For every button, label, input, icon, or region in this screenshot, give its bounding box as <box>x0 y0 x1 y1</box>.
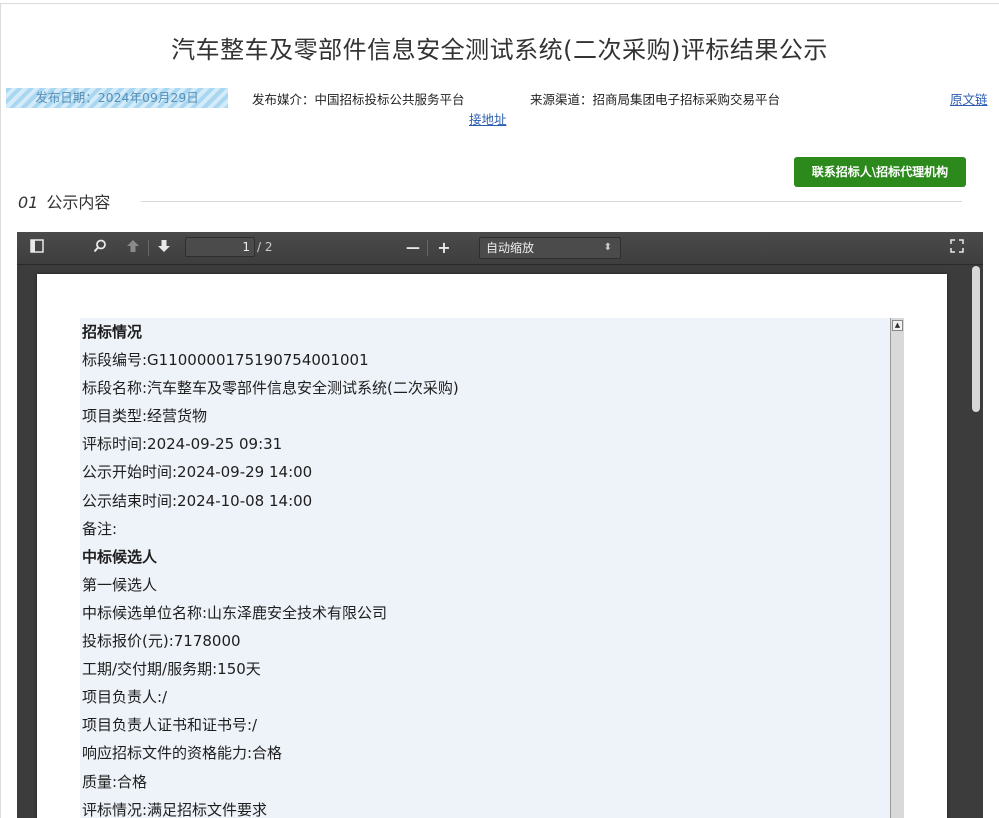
arrow-down-icon[interactable] <box>155 239 173 257</box>
original-link[interactable]: 原文链 <box>950 89 988 108</box>
publish-media: 发布媒介：中国招标投标公共服务平台 <box>252 92 465 107</box>
inner-scrollbar[interactable]: ▲ <box>890 318 904 818</box>
zoom-in-button[interactable]: + <box>435 239 453 257</box>
section-label: 公示内容 <box>46 193 111 212</box>
zoom-out-button[interactable]: — <box>404 239 422 257</box>
arrow-up-icon[interactable] <box>124 239 142 257</box>
document-line: 标段名称:汽车整车及零部件信息安全测试系统(二次采购) <box>82 379 459 398</box>
original-link-continued[interactable]: 接地址 <box>469 109 507 128</box>
meta-row: 发布日期：2024年09月29日 发布媒介：中国招标投标公共服务平台 来源渠道：… <box>0 88 999 128</box>
top-border <box>0 3 999 4</box>
fullscreen-icon[interactable] <box>948 239 966 257</box>
document-line: 工期/交付期/服务期:150天 <box>82 660 261 679</box>
pdf-page: 招标情况标段编号:G1100000175190754001001 标段名称:汽车整… <box>37 274 947 818</box>
document-line: 项目负责人:/ <box>82 688 168 707</box>
page-number-input[interactable]: 1 <box>185 237 255 257</box>
viewer-scrollbar-thumb[interactable] <box>972 266 980 412</box>
document-line: 质量:合格 <box>82 772 148 791</box>
document-line: 公示开始时间:2024-09-29 14:00 <box>82 463 313 482</box>
zoom-select-value: 自动缩放 <box>486 241 535 255</box>
pdf-text-area: 招标情况标段编号:G1100000175190754001001 标段名称:汽车整… <box>80 318 904 818</box>
page-title: 汽车整车及零部件信息安全测试系统(二次采购)评标结果公示 <box>171 36 828 64</box>
search-icon[interactable] <box>91 239 109 257</box>
document-lines: 招标情况标段编号:G1100000175190754001001 标段名称:汽车整… <box>82 318 459 818</box>
document-line: 项目类型:经营货物 <box>82 407 208 426</box>
document-line: 项目负责人证书和证书号:/ <box>82 716 258 735</box>
pdf-toolbar: 1 / 2 — + 自动缩放 ⬍ <box>17 232 983 265</box>
contact-tenderer-button[interactable]: 联系招标人\招标代理机构 <box>794 157 966 187</box>
toolbar-separator <box>148 240 149 256</box>
toolbar-separator <box>427 240 428 256</box>
document-line: 公示结束时间:2024-10-08 14:00 <box>82 491 313 510</box>
scroll-up-icon[interactable]: ▲ <box>892 320 903 331</box>
document-heading: 招标情况 <box>82 323 143 341</box>
document-line: 第一候选人 <box>82 575 158 594</box>
page-total: / 2 <box>257 240 273 254</box>
document-line: 备注: <box>82 519 118 538</box>
section-heading: 01 公示内容 <box>18 189 110 213</box>
select-arrows-icon: ⬍ <box>603 242 612 253</box>
pdf-viewer: 1 / 2 — + 自动缩放 ⬍ 招标情况标段编号:G1100000175190… <box>17 232 983 818</box>
publish-date: 发布日期：2024年09月29日 <box>6 88 228 108</box>
section-divider <box>141 201 962 202</box>
document-line: 评标情况:满足招标文件要求 <box>82 800 268 818</box>
sidebar-toggle-icon[interactable] <box>28 239 46 257</box>
viewer-scrollbar[interactable] <box>972 266 980 818</box>
document-line: 中标候选单位名称:山东泽鹿安全技术有限公司 <box>82 603 388 622</box>
zoom-select[interactable]: 自动缩放 ⬍ <box>479 237 621 259</box>
document-line: 标段编号:G1100000175190754001001 <box>82 351 369 370</box>
source-channel: 来源渠道：招商局集团电子招标采购交易平台 <box>530 92 781 107</box>
document-line: 投标报价(元):7178000 <box>82 632 241 651</box>
document-line: 响应招标文件的资格能力:合格 <box>82 744 283 763</box>
document-heading: 中标候选人 <box>82 547 158 566</box>
document-line: 评标时间:2024-09-25 09:31 <box>82 435 283 454</box>
section-number: 01 <box>18 193 39 212</box>
